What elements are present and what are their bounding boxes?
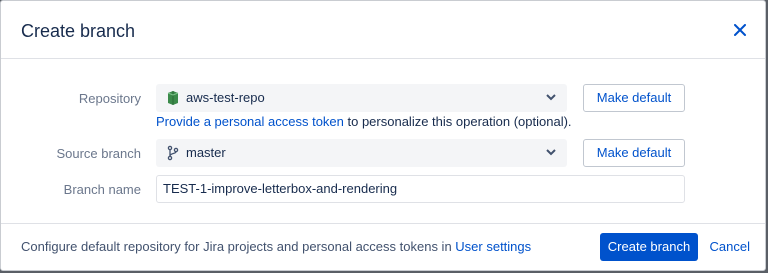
create-branch-button[interactable]: Create branch <box>600 233 698 261</box>
dialog-header: Create branch <box>1 1 765 59</box>
access-token-hint-text: to personalize this operation (optional)… <box>343 114 572 129</box>
repository-select[interactable]: aws-test-repo <box>156 84 567 112</box>
repository-make-default-button[interactable]: Make default <box>583 84 685 112</box>
access-token-link[interactable]: Provide a personal access token <box>156 114 344 129</box>
user-settings-link[interactable]: User settings <box>455 239 531 254</box>
create-branch-dialog: Create branch Repository aws-test-repo M… <box>0 0 766 271</box>
branch-name-label: Branch name <box>63 182 141 197</box>
access-token-hint: Provide a personal access token to perso… <box>156 114 572 129</box>
footer-description: Configure default repository for Jira pr… <box>21 239 456 254</box>
repository-label: Repository <box>78 91 141 106</box>
cancel-button[interactable]: Cancel <box>710 233 750 261</box>
chevron-down-icon <box>545 145 557 159</box>
source-branch-value: master <box>186 145 226 160</box>
dialog-title: Create branch <box>21 21 136 41</box>
close-icon[interactable] <box>729 19 751 41</box>
source-branch-label: Source branch <box>56 146 141 161</box>
branch-icon <box>166 145 180 161</box>
chevron-down-icon <box>545 90 557 104</box>
source-branch-make-default-button[interactable]: Make default <box>583 139 685 167</box>
footer-text: Configure default repository for Jira pr… <box>21 239 531 254</box>
repository-icon <box>166 90 180 106</box>
repository-value: aws-test-repo <box>186 90 265 105</box>
branch-name-input[interactable]: TEST-1-improve-letterbox-and-rendering <box>156 175 685 203</box>
source-branch-select[interactable]: master <box>156 139 567 167</box>
dialog-footer: Configure default repository for Jira pr… <box>1 223 765 270</box>
